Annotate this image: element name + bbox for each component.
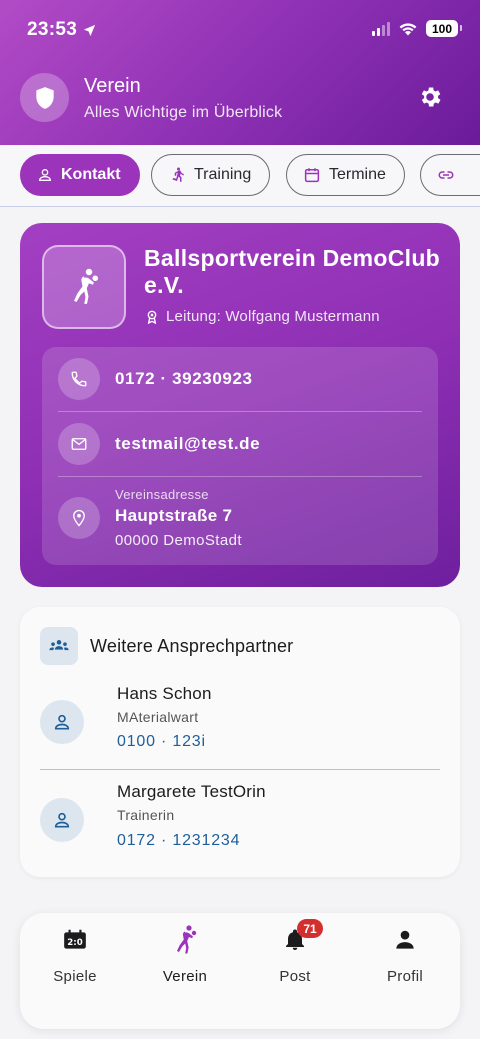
wifi-icon bbox=[399, 23, 417, 36]
club-email-row[interactable]: testmail@test.de bbox=[58, 423, 422, 465]
person-icon bbox=[390, 925, 420, 955]
tab-kontakt[interactable]: Kontakt bbox=[20, 154, 140, 196]
contact-person-item[interactable]: Margarete TestOrin Trainerin 0172 · 1231… bbox=[40, 782, 440, 862]
nav-verein[interactable]: Verein bbox=[140, 925, 230, 1001]
app-header: 23:53 100 Verein Alles Wichtige im Überb… bbox=[0, 0, 480, 145]
handball-player-icon bbox=[74, 268, 98, 304]
cellular-signal-icon bbox=[372, 21, 390, 36]
contact-role: Trainerin bbox=[117, 807, 175, 823]
link-icon bbox=[438, 171, 454, 179]
svg-text:2:0: 2:0 bbox=[67, 938, 83, 948]
address-label: Vereinsadresse bbox=[115, 487, 209, 502]
person-icon bbox=[54, 812, 70, 828]
avatar bbox=[40, 700, 84, 744]
contact-person-item[interactable]: Hans Schon MAterialwart 0100 · 123i bbox=[40, 682, 440, 762]
address-street: Hauptstraße 7 bbox=[115, 506, 233, 525]
tab-links[interactable] bbox=[420, 154, 480, 196]
mail-icon bbox=[58, 423, 100, 465]
divider bbox=[58, 411, 422, 412]
tab-training[interactable]: Training bbox=[151, 154, 271, 196]
club-name: Ballsportverein DemoClub e.V. bbox=[144, 245, 441, 298]
status-bar: 23:53 100 bbox=[0, 0, 480, 60]
status-time: 23:53 bbox=[27, 19, 97, 41]
contact-name: Margarete TestOrin bbox=[117, 782, 266, 801]
location-arrow-icon bbox=[83, 24, 96, 36]
divider bbox=[58, 476, 422, 477]
award-badge-icon bbox=[147, 310, 157, 324]
club-phone: 0172 · 39230923 bbox=[115, 369, 253, 388]
club-email: testmail@test.de bbox=[115, 434, 261, 453]
club-contact-box: 0172 · 39230923 testmail@test.de Vereins… bbox=[42, 347, 438, 565]
bell-icon: 71 bbox=[280, 919, 323, 955]
contacts-section-title: Weitere Ansprechpartner bbox=[90, 636, 294, 656]
person-icon bbox=[54, 714, 70, 730]
tab-termine[interactable]: Termine bbox=[286, 154, 405, 196]
notification-badge: 71 bbox=[297, 919, 323, 938]
shield-icon bbox=[20, 73, 69, 122]
phone-icon bbox=[58, 358, 100, 400]
section-tabs: Kontakt Training Termine bbox=[0, 145, 480, 207]
page-subtitle: Alles Wichtige im Überblick bbox=[84, 104, 283, 121]
nav-profil[interactable]: Profil bbox=[360, 925, 450, 1001]
person-icon bbox=[38, 169, 52, 181]
location-pin-icon bbox=[58, 497, 100, 539]
contact-persons-card: Weitere Ansprechpartner Hans Schon MAter… bbox=[20, 607, 460, 877]
divider bbox=[40, 769, 440, 770]
avatar bbox=[40, 798, 84, 842]
nav-post[interactable]: 71 Post bbox=[250, 919, 340, 1001]
club-logo bbox=[42, 245, 126, 329]
battery-icon: 100 bbox=[426, 20, 462, 37]
contact-name: Hans Schon bbox=[117, 684, 212, 703]
nav-spiele[interactable]: 2:0 Spiele bbox=[30, 925, 120, 1001]
scoreboard-icon: 2:0 bbox=[60, 925, 90, 955]
settings-gear-icon[interactable] bbox=[416, 83, 444, 111]
club-phone-row[interactable]: 0172 · 39230923 bbox=[58, 358, 422, 400]
group-icon bbox=[40, 627, 78, 665]
club-info-card: Ballsportverein DemoClub e.V. Leitung: W… bbox=[20, 223, 460, 587]
status-indicators: 100 bbox=[372, 20, 462, 37]
club-address-row[interactable]: Vereinsadresse Hauptstraße 7 00000 DemoS… bbox=[58, 487, 422, 549]
contact-phone-link[interactable]: 0100 · 123i bbox=[117, 733, 206, 751]
bottom-navigation: 2:0 Spiele Verein 71 Post Profil bbox=[20, 913, 460, 1029]
page-title: Verein bbox=[84, 75, 141, 97]
calendar-icon bbox=[304, 168, 320, 183]
contact-phone-link[interactable]: 0172 · 1231234 bbox=[117, 832, 240, 850]
contact-role: MAterialwart bbox=[117, 709, 199, 725]
handball-icon bbox=[170, 925, 200, 955]
club-leader: Leitung: Wolfgang Mustermann bbox=[144, 308, 380, 325]
running-icon bbox=[172, 167, 184, 182]
address-city: 00000 DemoStadt bbox=[115, 532, 242, 549]
